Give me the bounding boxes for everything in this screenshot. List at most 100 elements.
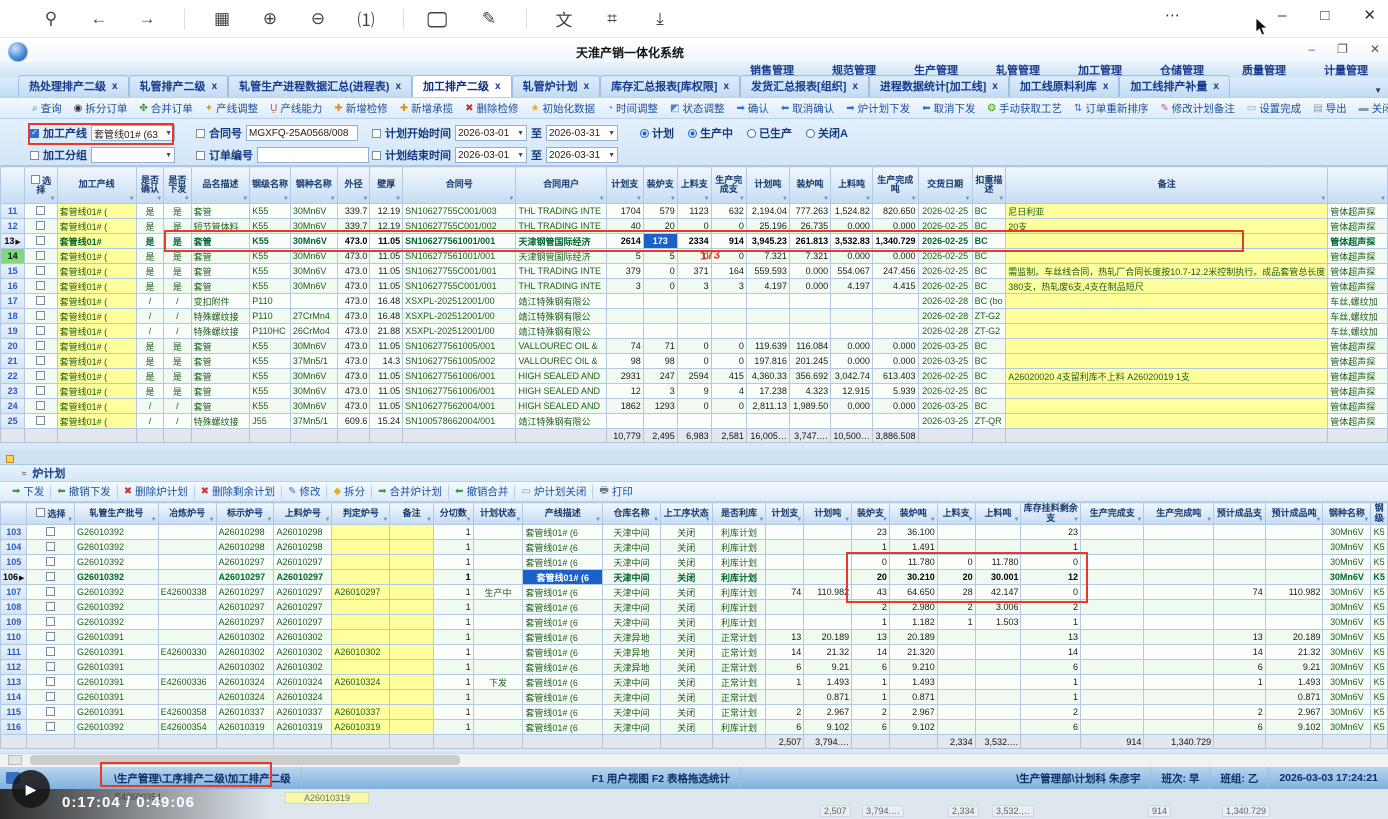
cell[interactable]: SN106277561006/001	[403, 369, 516, 384]
cell[interactable]: 套管线01# (6	[523, 540, 603, 555]
cell[interactable]: 201.245	[789, 354, 830, 369]
cell[interactable]: BC	[972, 339, 1006, 354]
cell[interactable]	[872, 324, 918, 339]
cell[interactable]	[473, 705, 523, 720]
cell[interactable]: 42.147	[975, 585, 1021, 600]
tab-close-icon[interactable]: x	[395, 81, 401, 92]
cell[interactable]: 5	[606, 249, 643, 264]
cell[interactable]: A26010319	[216, 720, 274, 735]
cell[interactable]: 64.650	[889, 585, 937, 600]
cell[interactable]: 261.813	[789, 234, 830, 249]
column-header-选择[interactable]: 选择▼	[25, 167, 57, 204]
tab-热处理排产二级[interactable]: 热处理排产二级x	[18, 75, 129, 97]
cell[interactable]	[975, 660, 1021, 675]
cell[interactable]	[937, 630, 975, 645]
cell[interactable]: 30Mn6V	[290, 369, 337, 384]
tab-发货汇总报表[组织][interactable]: 发货汇总报表[组织]x	[740, 75, 869, 97]
cell[interactable]: 0.000	[872, 354, 918, 369]
cell[interactable]: 0	[677, 354, 711, 369]
cell[interactable]: G26010392	[75, 585, 159, 600]
cell[interactable]: 30Mn6V	[1323, 630, 1371, 645]
cell[interactable]	[1214, 555, 1266, 570]
cell[interactable]: 套管线01# (6	[523, 525, 603, 540]
cell[interactable]: 天津中间	[603, 615, 661, 630]
cell[interactable]	[1144, 570, 1214, 585]
关闭-button[interactable]: ▬关闭	[1355, 101, 1388, 116]
filter-icon[interactable]: ▼	[739, 196, 745, 202]
cell[interactable]: 套管	[191, 204, 250, 219]
cell[interactable]: 0.000	[872, 339, 918, 354]
group-filter-select[interactable]: ▼	[91, 147, 175, 163]
column-header-交货日期[interactable]: 交货日期▼	[918, 167, 972, 204]
cell[interactable]	[789, 309, 830, 324]
cell[interactable]: 12	[1021, 570, 1080, 585]
cell[interactable]: A26010297	[332, 585, 390, 600]
cell[interactable]: ZT-G2	[972, 309, 1006, 324]
column-header-装炉吨[interactable]: 装炉吨▼	[789, 167, 830, 204]
cell[interactable]: SN100578662004/001	[403, 414, 516, 429]
cell[interactable]: 632	[711, 204, 746, 219]
cell[interactable]: 管体超声探	[1328, 399, 1388, 414]
cell[interactable]: G26010392	[75, 720, 159, 735]
cell[interactable]: 套管线01# (6	[523, 585, 603, 600]
end-date-from[interactable]: 2026-03-01▼	[455, 147, 527, 163]
cell[interactable]: 13	[1021, 630, 1080, 645]
cell[interactable]: K55	[250, 369, 291, 384]
cell[interactable]	[1144, 585, 1214, 600]
cell[interactable]	[1080, 540, 1143, 555]
cell[interactable]	[766, 615, 804, 630]
cell[interactable]: K5	[1371, 600, 1388, 615]
cell[interactable]: 关闭	[660, 705, 712, 720]
cell[interactable]	[390, 720, 434, 735]
cell[interactable]: 2614	[606, 234, 643, 249]
cell[interactable]: 利库计划	[712, 540, 766, 555]
cell[interactable]: 5	[643, 249, 677, 264]
cell[interactable]: 是	[136, 204, 163, 219]
table-row[interactable]: 112G26010391A26010302A260103021套管线01# (6…	[1, 660, 1388, 675]
cell[interactable]	[1080, 675, 1143, 690]
cell[interactable]	[1265, 525, 1323, 540]
cell[interactable]	[1080, 705, 1143, 720]
cell[interactable]: 14.3	[370, 354, 403, 369]
cell[interactable]: 2334	[677, 234, 711, 249]
cell[interactable]	[390, 585, 434, 600]
cell[interactable]: 利库计划	[712, 525, 766, 540]
cell[interactable]: 特殊螺纹接	[191, 414, 250, 429]
cell[interactable]	[606, 324, 643, 339]
cell[interactable]: A26010324	[216, 690, 274, 705]
cell[interactable]	[937, 660, 975, 675]
table-row[interactable]: 18套管线01# (//特殊螺纹接P11027CrMn4473.016.48XS…	[1, 309, 1388, 324]
cell[interactable]: 车丝,螺纹加	[1328, 294, 1388, 309]
cell[interactable]: 2.967	[889, 705, 937, 720]
cell[interactable]: 1	[433, 630, 473, 645]
cell[interactable]: 11.05	[370, 234, 403, 249]
cell[interactable]: 是	[136, 339, 163, 354]
cell[interactable]: 9.102	[804, 720, 852, 735]
cell[interactable]: 247	[643, 369, 677, 384]
cell[interactable]: 套管线01# (	[57, 249, 136, 264]
tab-加工线排产补量[interactable]: 加工线排产补量x	[1119, 75, 1230, 97]
cell[interactable]: 23	[1021, 525, 1080, 540]
cell[interactable]	[606, 309, 643, 324]
cell[interactable]: 98	[606, 354, 643, 369]
cell[interactable]: 是	[164, 264, 191, 279]
cell[interactable]: 套管线01# (	[57, 309, 136, 324]
cell[interactable]: 14	[852, 645, 890, 660]
column-header-生产完成支[interactable]: 生产完成支▼	[1080, 503, 1143, 525]
start-date-to[interactable]: 2026-03-31▼	[546, 125, 618, 141]
cell[interactable]: 利库计划	[712, 570, 766, 585]
cell[interactable]: 是	[164, 354, 191, 369]
filter-icon[interactable]: ▼	[362, 196, 368, 202]
filter-icon[interactable]: ▼	[965, 196, 971, 202]
cell[interactable]	[1144, 645, 1214, 660]
cell[interactable]	[390, 690, 434, 705]
cell[interactable]: 2026-02-28	[918, 294, 972, 309]
cell[interactable]	[1214, 615, 1266, 630]
menu-item-质量管理[interactable]: 质量管理	[1242, 62, 1286, 78]
filter-icon[interactable]: ▼	[283, 196, 289, 202]
cell[interactable]: 管体超声探	[1328, 354, 1388, 369]
cell[interactable]: BC	[972, 219, 1006, 234]
cell[interactable]: 生产中	[473, 585, 523, 600]
cell[interactable]: 是	[164, 279, 191, 294]
cell[interactable]: 30Mn6V	[290, 279, 337, 294]
